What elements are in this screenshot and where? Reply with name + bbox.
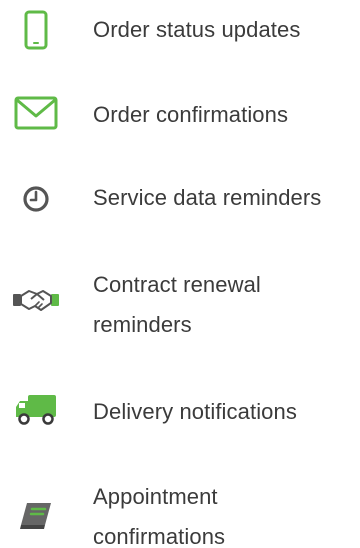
- handshake-icon: [10, 278, 62, 322]
- feature-label: Order confirmations: [93, 102, 289, 127]
- feature-label-line-1: Contract renewal: [93, 272, 261, 297]
- smartphone-icon: [10, 8, 62, 52]
- book-icon: [10, 494, 62, 538]
- clock-icon: [10, 177, 62, 221]
- feature-label: Order status updates: [93, 17, 301, 42]
- feature-label-line-1: Appointment: [93, 484, 218, 509]
- feature-label-line-2: confirmations: [93, 524, 226, 548]
- envelope-icon: [10, 91, 62, 135]
- feature-label: Service data reminders: [93, 185, 322, 210]
- feature-label: Delivery notifications: [93, 399, 297, 424]
- feature-label-line-2: reminders: [93, 312, 192, 337]
- truck-icon: [10, 388, 62, 432]
